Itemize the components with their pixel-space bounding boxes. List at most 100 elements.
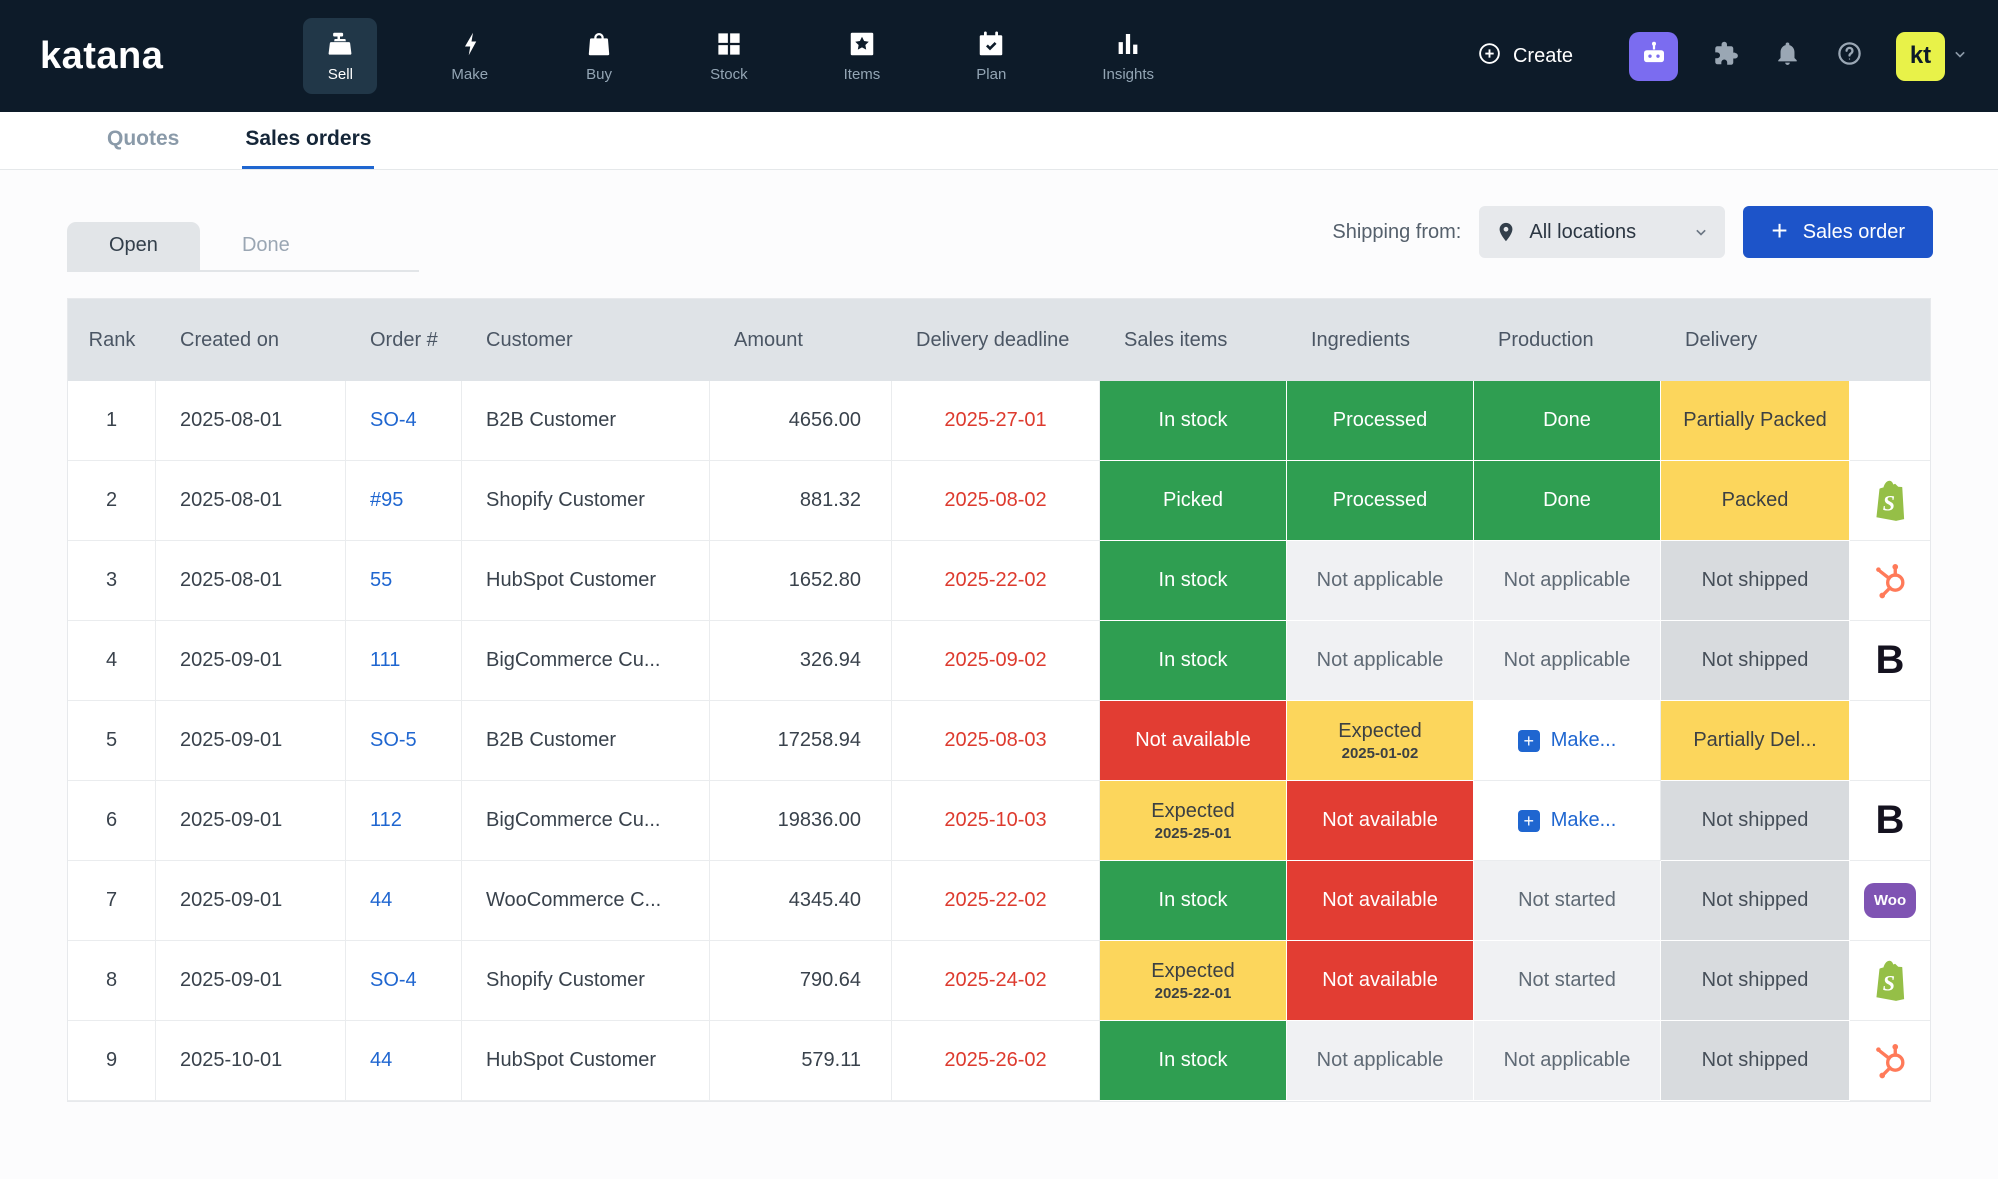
production-status-cell[interactable]: +Make... (1474, 701, 1661, 781)
order-number-link[interactable]: 55 (370, 569, 392, 592)
order-number-link[interactable]: SO-4 (370, 409, 417, 432)
location-pin-icon (1495, 221, 1517, 243)
order-number-cell: #95 (346, 461, 462, 541)
tab-open[interactable]: Open (67, 222, 200, 270)
production-status-cell: Not applicable (1474, 541, 1661, 621)
column-header-delivery: Delivery (1661, 299, 1850, 381)
plus-circle-icon (1477, 41, 1502, 72)
table-row[interactable]: 32025-08-0155HubSpot Customer1652.802025… (68, 541, 1930, 621)
table-row[interactable]: 92025-10-0144HubSpot Customer579.112025-… (68, 1021, 1930, 1101)
new-sales-order-button[interactable]: + Sales order (1743, 206, 1933, 258)
table-row[interactable]: 22025-08-01#95Shopify Customer881.322025… (68, 461, 1930, 541)
production-status-cell: Not started (1474, 861, 1661, 941)
order-number-link[interactable]: 44 (370, 889, 392, 912)
delivery-status-cell: Partially Packed (1661, 381, 1850, 461)
sales-items-status-cell: In stock (1100, 621, 1287, 701)
nav-item-label: Items (844, 66, 881, 83)
nav-item-plan[interactable]: Plan (954, 18, 1028, 94)
created-on-cell: 2025-09-01 (156, 781, 346, 861)
customer-cell: Shopify Customer (462, 461, 710, 541)
status-text: Not applicable (1504, 649, 1631, 672)
nav-item-make[interactable]: Make (429, 18, 510, 94)
sales-items-status-cell: In stock (1100, 1021, 1287, 1101)
nav-item-sell[interactable]: Sell (303, 18, 377, 94)
order-number-link[interactable]: SO-5 (370, 729, 417, 752)
table-row[interactable]: 42025-09-01111BigCommerce Cu...326.94202… (68, 621, 1930, 701)
delivery-status-cell: Not shipped (1661, 621, 1850, 701)
customer-cell: Shopify Customer (462, 941, 710, 1021)
rank-cell: 9 (68, 1021, 156, 1101)
nav-item-items[interactable]: Items (822, 18, 903, 94)
production-status-cell: Not applicable (1474, 1021, 1661, 1101)
order-number-link[interactable]: 112 (370, 809, 402, 832)
order-number-link[interactable]: 44 (370, 1049, 392, 1072)
assistant-robot-button[interactable] (1629, 32, 1678, 81)
tab-sales-orders[interactable]: Sales orders (242, 112, 374, 169)
create-button-label: Create (1513, 45, 1573, 68)
nav-item-buy[interactable]: Buy (562, 18, 636, 94)
created-on-cell: 2025-09-01 (156, 861, 346, 941)
top-navigation: katana Sell Make Buy (0, 0, 1998, 112)
status-text: Processed (1333, 409, 1428, 432)
delivery-deadline-cell: 2025-08-02 (892, 461, 1100, 541)
table-row[interactable]: 72025-09-0144WooCommerce C...4345.402025… (68, 861, 1930, 941)
integrations-button[interactable] (1710, 41, 1740, 71)
column-header-ingredients: Ingredients (1287, 299, 1474, 381)
order-number-link[interactable]: #95 (370, 489, 403, 512)
nav-item-label: Insights (1102, 66, 1154, 83)
delivery-deadline-cell: 2025-10-03 (892, 781, 1100, 861)
status-expected-date: 2025-25-01 (1155, 825, 1232, 842)
delivery-status-cell: Not shipped (1661, 541, 1850, 621)
status-text: In stock (1159, 409, 1228, 432)
table-row[interactable]: 62025-09-01112BigCommerce Cu...19836.002… (68, 781, 1930, 861)
table-row[interactable]: 12025-08-01SO-4B2B Customer4656.002025-2… (68, 381, 1930, 461)
sub-navigation: Quotes Sales orders (0, 112, 1998, 170)
nav-item-stock[interactable]: Stock (688, 18, 770, 94)
shopify-channel-cell: S (1850, 941, 1930, 1021)
customer-cell: HubSpot Customer (462, 541, 710, 621)
order-number-link[interactable]: 111 (370, 649, 400, 672)
status-text: Not available (1135, 729, 1251, 752)
created-on-cell: 2025-08-01 (156, 381, 346, 461)
make-plus-icon: + (1518, 730, 1540, 752)
avatar: kt (1896, 32, 1945, 81)
make-link-label: Make... (1551, 809, 1617, 832)
delivery-deadline-cell: 2025-22-02 (892, 861, 1100, 941)
customer-cell: WooCommerce C... (462, 861, 710, 941)
notifications-button[interactable] (1772, 41, 1802, 71)
new-sales-order-label: Sales order (1803, 221, 1905, 244)
channel-cell-empty (1850, 381, 1930, 461)
channel-cell-empty (1850, 701, 1930, 781)
help-button[interactable] (1834, 41, 1864, 71)
order-number-link[interactable]: SO-4 (370, 969, 417, 992)
column-header-created-on: Created on (156, 299, 346, 381)
rank-cell: 8 (68, 941, 156, 1021)
status-text: Expected (1151, 800, 1234, 823)
rank-cell: 4 (68, 621, 156, 701)
sales-items-status-cell: In stock (1100, 861, 1287, 941)
tab-quotes[interactable]: Quotes (104, 112, 182, 169)
delivery-deadline-cell: 2025-22-02 (892, 541, 1100, 621)
location-selector[interactable]: All locations (1479, 206, 1725, 258)
status-text: Picked (1163, 489, 1223, 512)
table-row[interactable]: 82025-09-01SO-4Shopify Customer790.64202… (68, 941, 1930, 1021)
tab-done[interactable]: Done (200, 222, 332, 270)
bigcommerce-icon: B (1876, 638, 1905, 683)
table-row[interactable]: 52025-09-01SO-5B2B Customer17258.942025-… (68, 701, 1930, 781)
status-text: Not started (1518, 969, 1616, 992)
nav-item-insights[interactable]: Insights (1080, 18, 1176, 94)
create-button[interactable]: Create (1477, 41, 1573, 72)
main-nav-items: Sell Make Buy Stock (303, 18, 1176, 94)
star-box-icon (847, 29, 877, 59)
amount-cell: 4345.40 (710, 861, 892, 941)
account-menu[interactable]: kt (1896, 32, 1970, 81)
sales-items-status-cell: In stock (1100, 381, 1287, 461)
status-text: Not shipped (1702, 969, 1809, 992)
order-number-cell: SO-4 (346, 381, 462, 461)
status-text: Expected (1151, 960, 1234, 983)
delivery-deadline-cell: 2025-27-01 (892, 381, 1100, 461)
hubspot-icon (1869, 560, 1911, 602)
delivery-deadline-cell: 2025-24-02 (892, 941, 1100, 1021)
amount-cell: 579.11 (710, 1021, 892, 1101)
production-status-cell[interactable]: +Make... (1474, 781, 1661, 861)
